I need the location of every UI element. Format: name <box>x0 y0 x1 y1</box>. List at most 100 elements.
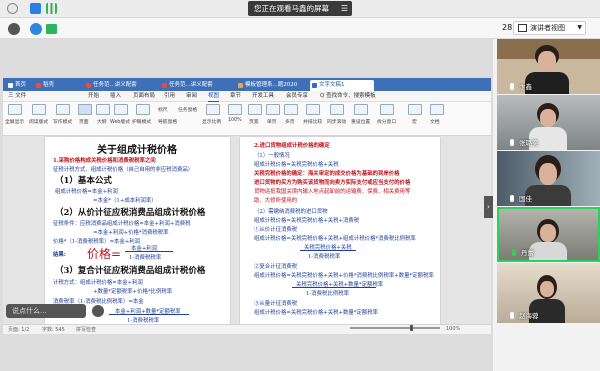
presenter-view-button[interactable]: 演讲者视图 ▼ <box>513 21 586 35</box>
page-width-icon[interactable] <box>248 104 262 115</box>
doc-icon <box>162 83 167 88</box>
writing-icon[interactable] <box>56 104 70 115</box>
doc-line: =本金*（1+成本利润率） <box>93 198 157 204</box>
participant-name: 赵海蓉 <box>519 312 539 320</box>
page-view-icon[interactable] <box>78 104 92 115</box>
doc-line: ①从价计征消费税 <box>254 227 298 233</box>
banner-text: 您正在观看马鑫的屏幕 <box>254 4 329 13</box>
wps-menu-bar <box>3 91 491 102</box>
info-icon[interactable] <box>7 3 18 14</box>
ribbon-label: 页宽 <box>249 120 259 125</box>
tab-home[interactable]: 首页 <box>6 80 34 91</box>
menu-reference[interactable]: 引用 <box>164 92 175 101</box>
presenter-view-label: 演讲者视图 <box>530 24 565 32</box>
chat-input[interactable]: 说点什么... <box>6 304 86 318</box>
fullscreen-icon[interactable] <box>8 104 22 115</box>
signal-icon <box>46 3 57 14</box>
ribbon-label: 大纲 <box>97 120 107 125</box>
doc-line: 征税计税方式、组成计税价格（自己自用的非应税消费品） <box>53 167 194 173</box>
network-icon <box>46 24 57 34</box>
doc-line: 征税条件：应税消费品组成计税价格=本金+利润+消费税 <box>53 221 191 227</box>
doc-line: （2）需缴纳消费税的进口货物 <box>254 209 328 215</box>
doc-page-right[interactable]: 2.进口货物组成计税价格的确定 （1）一般情况 组成计税价格=关税完税价格+关税… <box>240 137 440 324</box>
zoom-level: 100% <box>446 326 461 332</box>
ruler-checkbox[interactable]: 标尺 <box>158 106 168 113</box>
macro-icon[interactable] <box>408 104 422 115</box>
outline-icon[interactable] <box>96 104 110 115</box>
menu-review[interactable]: 审阅 <box>186 92 197 101</box>
doc-page-left[interactable]: 关于组成计税价格 1.采购价格构成关税价格和消费税税率之间 征税计税方式、组成计… <box>45 137 230 324</box>
compare-icon[interactable] <box>306 104 320 115</box>
doc-line: 组成计税价格=关税完税价格+关税 <box>254 162 339 168</box>
document-icon[interactable] <box>430 104 444 115</box>
doc-line: =本金+利润+价格*消费税税率 <box>93 230 169 236</box>
handwritten-price: 价格= <box>87 247 122 261</box>
doc-line: +数量*定额税率+价格*比例税率 <box>93 289 173 295</box>
doc-line: 组成计税价格=关税完税价格+关税+价格*消费税比例税率+数量*定额税率 <box>254 273 434 279</box>
presenter-icon <box>518 24 527 32</box>
doc-line: （1）一般情况 <box>254 153 290 159</box>
split-window-icon[interactable] <box>380 104 394 115</box>
menu-layout[interactable]: 页面布局 <box>133 92 155 101</box>
participant-tile[interactable]: 赵海蓉 <box>497 263 600 323</box>
chat-placeholder: 说点什么... <box>12 307 47 315</box>
ribbon-label: 写作模式 <box>53 120 73 125</box>
participant-face <box>538 51 556 71</box>
doc-title: 关于组成计税价格 <box>97 145 177 156</box>
info-circle-icon[interactable] <box>8 23 20 35</box>
tab-daoke[interactable]: 稻壳 <box>34 80 74 91</box>
eye-care-icon[interactable] <box>136 104 150 115</box>
doc-line: 组成计税价格=关税完税价格+关税+消费税 <box>254 218 360 224</box>
tab-doc-1[interactable]: 任务范...讲义配套 <box>84 80 154 91</box>
fraction-denominator: 1-消费税税率 <box>127 318 160 324</box>
doc-line: 组成计税价格=关税完税价格+关税+组成计税价格*消费税比例税率 <box>254 236 416 242</box>
participant-tile[interactable]: 张璐奕 <box>497 95 600 150</box>
doc-icon <box>238 83 243 88</box>
web-view-icon[interactable] <box>114 104 128 115</box>
menu-section[interactable]: 章节 <box>230 92 241 101</box>
emoji-icon[interactable] <box>92 305 104 317</box>
doc-line: 关税完税价格的确定：海关审定的成交价格为基础的到岸价格 <box>254 171 400 177</box>
security-icon[interactable] <box>30 23 42 35</box>
microphone-active-icon <box>512 249 516 256</box>
menu-member[interactable]: 会员专享 <box>286 92 308 101</box>
doc-line: 计税方式：组成计税价格=本金+利润 <box>53 280 143 286</box>
task-pane-checkbox[interactable]: 任务窗格 <box>178 106 197 113</box>
zoom-100-icon[interactable] <box>228 104 242 115</box>
sync-scroll-icon[interactable] <box>330 104 344 115</box>
ribbon-label: 页面 <box>79 120 89 125</box>
spell-check[interactable]: 拼写检查 <box>76 326 96 333</box>
doc-line: 组成计税价格=本金+利润 <box>55 189 118 195</box>
reset-position-icon[interactable] <box>354 104 368 115</box>
multi-page-icon[interactable] <box>284 104 298 115</box>
fraction-bar <box>300 250 356 251</box>
fraction-denominator: 1-消费税税率 <box>129 255 162 261</box>
menu-insert[interactable]: 插入 <box>110 92 121 101</box>
menu-icon[interactable]: ☰ <box>341 1 348 16</box>
reading-icon[interactable] <box>32 104 46 115</box>
participant-tile[interactable]: 国佳 <box>497 151 600 206</box>
tab-doc-3[interactable]: 模板管理系...题2020 <box>236 80 306 91</box>
zoom-slider-knob[interactable] <box>410 325 413 331</box>
tab-doc-2[interactable]: 任务范...讲义配套 <box>160 80 230 91</box>
microphone-icon <box>510 195 514 202</box>
participant-body <box>529 242 567 260</box>
tab-doc-active[interactable]: 文字文稿1 <box>310 80 374 91</box>
menu-home[interactable]: 开始 <box>88 92 99 101</box>
participant-face <box>540 224 556 242</box>
zoom-icon[interactable] <box>206 104 220 115</box>
menu-dev-tools[interactable]: 开发工具 <box>252 92 274 101</box>
search-command[interactable]: Q 查找命令、搜索模板 <box>320 92 376 101</box>
doc-heading: （1）基本公式 <box>55 176 112 186</box>
single-page-icon[interactable] <box>266 104 280 115</box>
participant-tile[interactable]: 卞鑫 <box>497 39 600 94</box>
nav-pane-checkbox[interactable]: 导航窗格 <box>158 118 177 125</box>
participant-tile-speaking[interactable]: 丹蕾 <box>497 207 600 262</box>
screen-share-banner: 您正在观看马鑫的屏幕 ☰ <box>248 1 352 16</box>
menu-file[interactable]: 三 文件 <box>8 92 26 101</box>
collapse-arrow-icon[interactable]: › <box>484 196 493 218</box>
menu-view[interactable]: 视图 <box>208 92 220 102</box>
zoom-slider[interactable] <box>350 327 440 329</box>
participant-face <box>539 163 557 185</box>
shield-icon[interactable] <box>30 3 41 14</box>
